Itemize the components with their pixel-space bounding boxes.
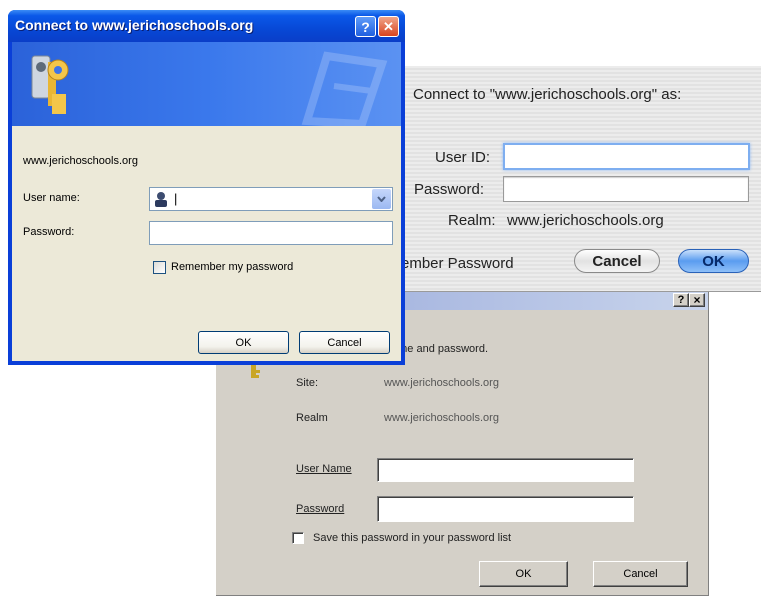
mac-realm-value: www.jerichoschools.org <box>507 212 664 229</box>
close-icon: × <box>693 293 701 307</box>
win98-ok-button[interactable]: OK <box>479 561 568 587</box>
help-icon: ? <box>361 18 370 35</box>
xp-username-value: | <box>174 191 178 206</box>
mac-ok-button[interactable]: OK <box>678 249 749 273</box>
xp-remember-password-label: Remember my password <box>171 261 294 273</box>
xp-username-combobox[interactable]: | <box>149 187 393 211</box>
win98-close-button[interactable]: × <box>689 293 705 307</box>
win98-password-label: Password <box>296 503 345 515</box>
xp-password-label: Password: <box>23 226 75 238</box>
win98-save-password-checkbox[interactable] <box>292 532 304 544</box>
win98-cancel-button[interactable]: Cancel <box>593 561 688 587</box>
xp-title-bar: Connect to www.jerichoschools.org ? ✕ <box>8 10 405 42</box>
xp-cancel-button[interactable]: Cancel <box>299 331 390 354</box>
win98-username-input[interactable] <box>377 458 634 482</box>
mac-userid-input[interactable] <box>503 143 750 170</box>
mac-remember-password-label: ember Password <box>401 255 514 272</box>
mac-userid-label: User ID: <box>435 149 491 166</box>
xp-close-button[interactable]: ✕ <box>378 16 399 37</box>
close-icon: ✕ <box>383 18 394 34</box>
mac-dialog-heading: Connect to "www.jerichoschools.org" as: <box>413 86 682 103</box>
xp-ok-button[interactable]: OK <box>198 331 289 354</box>
win98-username-label: User Name <box>296 463 352 475</box>
win98-realm-label: Realm <box>296 412 328 424</box>
xp-dialog-body: www.jerichoschools.org User name: | Pass… <box>12 42 401 361</box>
xp-password-input[interactable] <box>149 221 393 245</box>
win98-help-button[interactable]: ? <box>673 293 689 307</box>
xp-login-dialog: Connect to www.jerichoschools.org ? ✕ ww… <box>8 10 405 365</box>
keys-icon <box>31 55 69 114</box>
win98-password-input[interactable] <box>377 496 634 522</box>
help-icon: ? <box>677 294 685 306</box>
win98-site-label: Site: <box>296 377 319 389</box>
xp-title-text: Connect to www.jerichoschools.org <box>15 17 254 33</box>
xp-site-text: www.jerichoschools.org <box>23 155 138 167</box>
chevron-down-icon <box>377 196 386 202</box>
win98-site-value: www.jerichoschools.org <box>384 377 499 389</box>
xp-username-dropdown-button[interactable] <box>372 189 391 209</box>
user-icon <box>155 192 167 207</box>
xp-remember-password-checkbox[interactable] <box>153 261 166 274</box>
mac-password-input[interactable] <box>503 176 749 202</box>
xp-username-label: User name: <box>23 192 80 204</box>
xp-help-button[interactable]: ? <box>355 16 376 37</box>
win98-save-password-label: Save this password in your password list <box>313 532 512 544</box>
win98-realm-value: www.jerichoschools.org <box>384 412 499 424</box>
banner-watermark-icon <box>301 51 388 126</box>
mac-login-dialog: Connect to "www.jerichoschools.org" as: … <box>360 66 761 292</box>
mac-password-label: Password: <box>414 181 485 198</box>
mac-cancel-button[interactable]: Cancel <box>574 249 660 273</box>
xp-banner <box>12 42 401 126</box>
mac-realm-label: Realm: <box>448 212 496 229</box>
